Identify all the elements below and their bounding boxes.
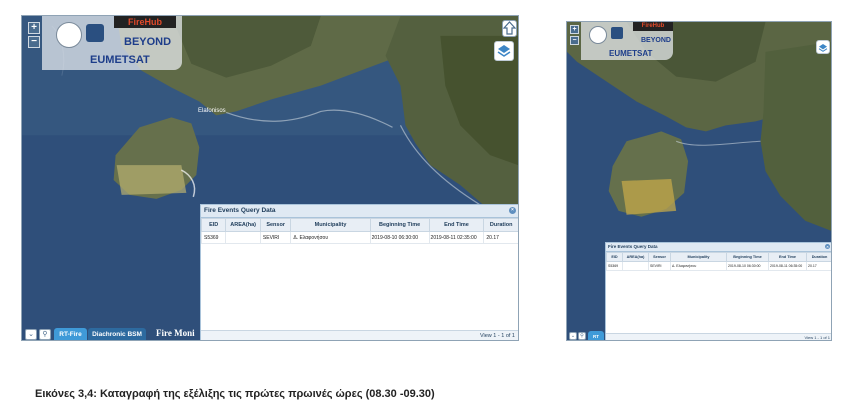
- eumetsat-logo: EUMETSAT: [609, 49, 653, 58]
- column-header-beginning-time[interactable]: Beginning Time: [369, 218, 430, 232]
- cell-duration: 20.17: [806, 261, 831, 271]
- column-header-municipality[interactable]: Municipality: [670, 252, 727, 262]
- query-panel-title: Fire Events Query Data ×: [201, 205, 518, 218]
- cell-area: [225, 231, 261, 244]
- column-header-end-time[interactable]: End Time: [428, 218, 485, 232]
- layers-button[interactable]: [816, 40, 830, 54]
- query-title-text: Fire Events Query Data: [608, 244, 658, 249]
- tab-diachronic-bsm[interactable]: Diachronic BSM: [88, 328, 146, 340]
- zoom-out-button[interactable]: −: [28, 36, 40, 48]
- table-header-row: EID AREA(ha) Sensor Municipality Beginni…: [200, 218, 518, 232]
- cell-sensor: SEVIRI: [648, 261, 671, 271]
- column-header-municipality[interactable]: Municipality: [290, 218, 371, 232]
- cell-beginning-time: 2019-08-10 06:30:00: [369, 231, 430, 244]
- firehub-logo: FireHub: [114, 16, 176, 28]
- figure-caption: Εικόνες 3,4: Καταγραφή της εξέλιξης τις …: [35, 388, 435, 400]
- fire-events-query-panel: Fire Events Query Data × EID AREA(ha) Se…: [605, 242, 831, 340]
- place-label-elafonisos: Elafonisos: [198, 108, 226, 114]
- layers-button[interactable]: [494, 41, 514, 61]
- ministry-seal-icon: [589, 26, 607, 44]
- cell-sensor: SEVIRI: [259, 231, 292, 244]
- ministry-seal-icon: [56, 22, 82, 48]
- cell-eid: S5369: [606, 261, 623, 271]
- map-panel-right: FireHub BEYOND EUMETSAT + − Fire Events …: [566, 21, 832, 341]
- collapse-button[interactable]: ⌄: [569, 332, 577, 340]
- cell-beginning-time: 2019-08-10 06:30:00: [726, 261, 769, 271]
- query-title-text: Fire Events Query Data: [204, 207, 276, 214]
- cell-municipality: Δ. Ελαφονήσου: [290, 231, 371, 244]
- query-footer: View 1 - 1 of 1: [606, 333, 831, 340]
- partner-logos: FireHub BEYOND EUMETSAT: [581, 22, 673, 60]
- bottom-toolbar: ⌄ ⚲ RT-Fire Diachronic BSM Fire Moni: [22, 326, 200, 340]
- query-table: EID AREA(ha) Sensor Municipality Beginni…: [606, 252, 831, 271]
- tab-rt-fire[interactable]: RT-Fire: [54, 328, 87, 340]
- cell-municipality: Δ. Ελαφονήσου: [670, 261, 727, 271]
- table-header-row: EID AREA(ha) Sensor Municipality Beginni…: [606, 252, 831, 262]
- column-header-eid[interactable]: EID: [606, 252, 623, 262]
- firehub-logo: FireHub: [633, 22, 673, 31]
- column-header-end-time[interactable]: End Time: [768, 252, 807, 262]
- query-table: EID AREA(ha) Sensor Municipality Beginni…: [200, 218, 518, 244]
- up-arrow-icon: [502, 21, 517, 35]
- bottom-toolbar: ⌄ ⚲ RT: [567, 330, 605, 340]
- column-header-area[interactable]: AREA(ha): [622, 252, 649, 262]
- column-header-beginning-time[interactable]: Beginning Time: [726, 252, 769, 262]
- institute-emblem-icon: [86, 24, 104, 42]
- fire-events-query-panel: Fire Events Query Data × EID AREA(ha) Se…: [200, 204, 518, 340]
- cell-area: [622, 261, 649, 271]
- watermark-text: Fire Moni: [156, 328, 195, 338]
- column-header-duration[interactable]: Duration: [483, 218, 518, 232]
- map-panel-left: Elafonisos FireHub BEYOND EUMETSAT + − F…: [21, 15, 519, 341]
- layers-icon: [818, 44, 828, 52]
- zoom-out-button[interactable]: −: [570, 36, 579, 45]
- close-icon[interactable]: ×: [509, 207, 516, 214]
- eumetsat-logo: EUMETSAT: [90, 54, 150, 66]
- table-row[interactable]: S5369 SEVIRI Δ. Ελαφονήσου 2019-08-10 06…: [200, 231, 518, 244]
- column-header-sensor[interactable]: Sensor: [259, 218, 292, 232]
- beyond-logo: BEYOND: [641, 37, 671, 44]
- column-header-area[interactable]: AREA(ha): [225, 218, 261, 232]
- institute-emblem-icon: [611, 27, 623, 39]
- column-header-eid[interactable]: EID: [200, 218, 227, 232]
- upload-button[interactable]: [502, 20, 517, 37]
- column-header-duration[interactable]: Duration: [806, 252, 831, 262]
- zoom-in-button[interactable]: +: [570, 25, 579, 34]
- cell-end-time: 2019-08-11 06:35:00: [768, 261, 807, 271]
- query-footer: View 1 - 1 of 1: [201, 330, 518, 340]
- collapse-button[interactable]: ⌄: [25, 329, 37, 340]
- table-row[interactable]: S5369 SEVIRI Δ. Ελαφονήσου 2019-08-10 06…: [606, 261, 831, 271]
- zoom-in-button[interactable]: +: [28, 22, 40, 34]
- tab-rt-fire[interactable]: RT: [588, 331, 604, 340]
- close-icon[interactable]: ×: [825, 244, 830, 249]
- query-panel-title: Fire Events Query Data ×: [606, 243, 831, 252]
- link-button[interactable]: ⚲: [578, 332, 586, 340]
- link-button[interactable]: ⚲: [39, 329, 51, 340]
- cell-eid: S5369: [200, 231, 227, 244]
- column-header-sensor[interactable]: Sensor: [648, 252, 671, 262]
- cell-duration: 20.17: [483, 231, 518, 244]
- layers-icon: [497, 45, 511, 57]
- partner-logos: FireHub BEYOND EUMETSAT: [42, 16, 182, 70]
- beyond-logo: BEYOND: [124, 36, 172, 48]
- cell-end-time: 2019-08-11 02:35:00: [428, 231, 485, 244]
